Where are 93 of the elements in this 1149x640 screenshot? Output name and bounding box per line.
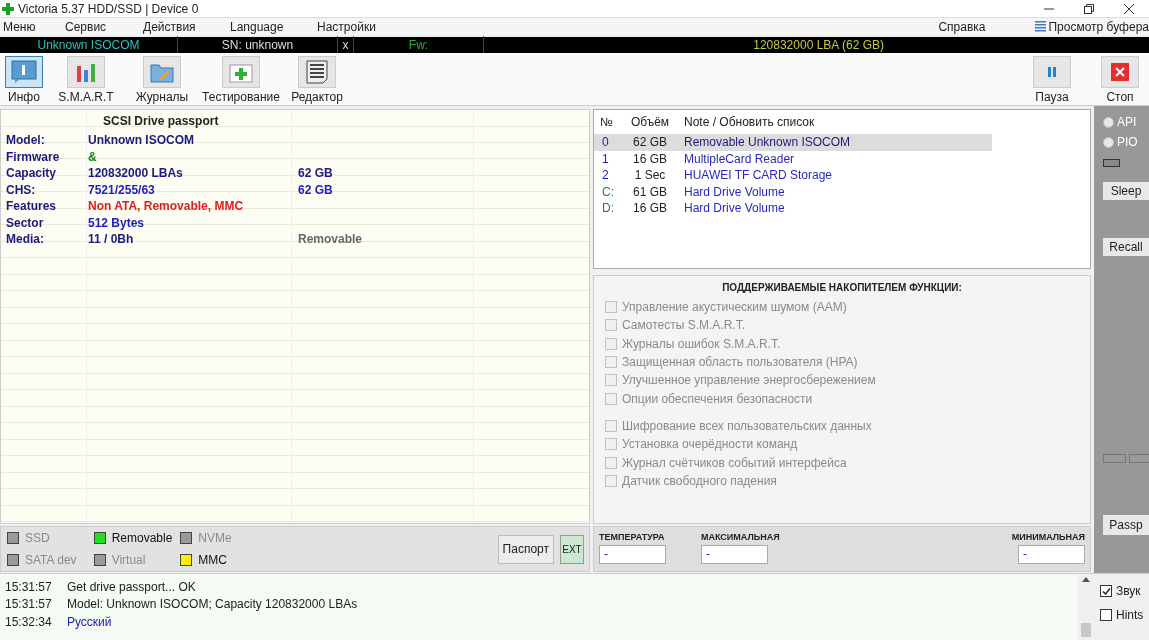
checkbox-label: Шифрование всех пользовательских данных xyxy=(622,417,872,435)
toolbar-button[interactable]: Журналы xyxy=(124,56,200,106)
checkbox-label: Опции обеспечения безопасности xyxy=(622,390,813,408)
list-icon xyxy=(1035,21,1047,32)
field-value: 512 Bytes xyxy=(88,214,146,232)
checkbox[interactable] xyxy=(1100,609,1112,621)
toolbar-button[interactable]: Редактор xyxy=(282,56,352,106)
check-icon xyxy=(1101,586,1111,596)
checkbox-label: Установка очерёдности команд xyxy=(622,436,798,454)
field-label: Media: xyxy=(5,231,45,249)
toolbar-button[interactable]: Тестирование xyxy=(200,56,282,106)
field-value: 62 GB xyxy=(298,181,333,199)
column-header[interactable]: Объём xyxy=(624,113,676,131)
menu-item[interactable]: Language xyxy=(227,17,314,36)
close-icon xyxy=(1111,63,1129,81)
indicator-label: SSD xyxy=(25,530,50,547)
menu-item[interactable]: Настройки xyxy=(314,17,394,36)
checkbox-label: Улучшенное управление энергосбережением xyxy=(622,372,876,390)
field-value: 11 / 0Bh xyxy=(88,231,135,249)
field-value: Non ATA, Removable, MMC xyxy=(88,198,245,216)
toolbar-button[interactable]: Пауза xyxy=(1023,56,1081,106)
passp-button[interactable]: Passp xyxy=(1103,515,1149,535)
field-label: Sector xyxy=(5,214,45,232)
indicator-label: NVMe xyxy=(198,530,232,547)
passport-title: SCSI Drive passport xyxy=(103,113,219,130)
drive-row[interactable]: 0 62 GB Removable Unknown ISOCOM xyxy=(594,134,992,151)
toolbar-button[interactable]: Стоп xyxy=(1091,56,1149,106)
field-label: Features xyxy=(5,198,58,216)
radio-label: PIO xyxy=(1117,134,1138,151)
checkbox-label: Звук xyxy=(1116,583,1141,600)
field-label: ТЕМПЕРАТУРА xyxy=(599,531,666,544)
drive-row[interactable]: 2 1 Sec HUAWEI TF CARD Storage xyxy=(594,167,992,184)
sleep-button[interactable]: Sleep xyxy=(1103,182,1149,200)
log-time: 15:31:57 xyxy=(4,596,53,614)
scrollbar-thumb[interactable] xyxy=(1081,623,1091,637)
panel-title: ПОДДЕРЖИВАЕМЫЕ НАКОПИТЕЛЕМ ФУНКЦИИ: xyxy=(721,281,963,295)
menu-item[interactable]: Справка xyxy=(938,17,986,36)
drive-row[interactable]: 1 16 GB MultipleCard Reader xyxy=(594,150,992,167)
log-message: Get drive passport... OK xyxy=(67,578,196,596)
field-label: CHS: xyxy=(5,181,37,199)
value-field: - xyxy=(1018,544,1085,564)
cross-icon xyxy=(2,2,14,15)
indicator-label: Virtual xyxy=(111,552,146,569)
radio-label: API xyxy=(1117,114,1137,131)
small-button[interactable] xyxy=(1103,454,1126,463)
scroll-up-icon[interactable] xyxy=(1082,577,1090,582)
checkbox-label: Hints xyxy=(1116,607,1144,624)
small-button[interactable] xyxy=(1129,454,1149,463)
capacity-field: 120832000 LBA (62 GB) xyxy=(484,36,884,54)
checkbox-label: Журнал счётчиков событий интерфейса xyxy=(622,454,847,472)
menu-item[interactable]: Меню xyxy=(0,17,62,36)
field-value: Unknown ISOCOM xyxy=(88,132,195,150)
drive-row[interactable]: C: 61 GB Hard Drive Volume xyxy=(594,183,992,200)
pause-icon xyxy=(1046,66,1058,78)
field-label: Model: xyxy=(5,132,46,150)
toolbar-button[interactable]: S.M.A.R.T xyxy=(48,56,124,106)
checkbox-label: Самотесты S.M.A.R.T. xyxy=(622,317,745,335)
drive-row[interactable]: D: 16 GB Hard Drive Volume xyxy=(594,200,992,217)
column-header[interactable]: Note / Обновить список xyxy=(676,113,815,131)
log-time: 15:32:34 xyxy=(4,613,53,631)
field-value: 120832000 LBAs xyxy=(88,165,184,183)
field-label: Firmware xyxy=(5,148,61,166)
menu-item[interactable]: Просмотр буфера xyxy=(1048,17,1149,36)
field-value: 7521/255/63 xyxy=(88,181,156,199)
column-header[interactable]: № xyxy=(594,113,624,131)
field-value: & xyxy=(88,148,98,166)
field-label: Capacity xyxy=(5,165,58,183)
value-field: - xyxy=(701,544,768,564)
indicator-icon xyxy=(1103,159,1120,167)
field-value: Removable xyxy=(298,231,363,249)
indicator-label: MMC xyxy=(198,552,227,569)
checkbox[interactable] xyxy=(1100,585,1112,597)
passport-button[interactable]: Паспорт xyxy=(497,534,554,564)
checkbox-label: Журналы ошибок S.M.A.R.T. xyxy=(622,335,781,353)
menu-item[interactable]: Действия xyxy=(140,17,227,36)
scrollbar[interactable] xyxy=(1078,574,1094,640)
ext-button[interactable]: EXT xyxy=(560,534,584,564)
indicator-label: SATA dev xyxy=(25,552,77,569)
checkbox-label: Датчик свободного падения xyxy=(622,472,777,490)
info-icon xyxy=(11,60,37,84)
window-title: Victoria 5.37 HDD/SSD | Device 0 xyxy=(18,0,199,18)
checkbox-label: Защищенная область пользователя (HPA) xyxy=(622,354,858,372)
indicator-label: Removable xyxy=(111,530,173,547)
field-label: МАКСИМАЛЬНАЯ xyxy=(701,531,780,544)
field-value: 62 GB xyxy=(298,165,333,183)
recall-button[interactable]: Recall xyxy=(1103,238,1149,256)
field-label: МИНИМАЛЬНАЯ xyxy=(1011,531,1085,544)
log-time: 15:31:57 xyxy=(4,578,53,596)
value-field: - xyxy=(599,544,666,564)
checkbox-label: Управление акустическим шумом (AAM) xyxy=(622,299,847,317)
log-message: Model: Unknown ISOCOM; Capacity 120832000 LBAs xyxy=(67,596,358,614)
log-message: Русский xyxy=(67,613,112,631)
menu-item[interactable]: Сервис xyxy=(62,17,140,36)
